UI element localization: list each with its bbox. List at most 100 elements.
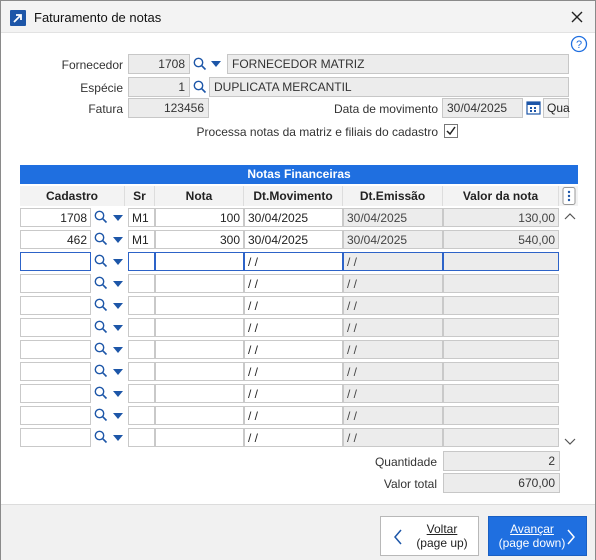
search-icon[interactable] xyxy=(94,430,108,444)
search-icon[interactable] xyxy=(94,408,108,422)
cell-sr[interactable] xyxy=(128,428,155,447)
cell-nota[interactable] xyxy=(155,318,244,337)
search-icon[interactable] xyxy=(193,80,207,94)
cell-nota[interactable] xyxy=(155,362,244,381)
help-icon[interactable]: ? xyxy=(570,35,588,53)
cell-sr[interactable] xyxy=(128,252,155,271)
cell-sr[interactable] xyxy=(128,362,155,381)
cell-cadastro[interactable]: 1708 xyxy=(20,208,91,227)
search-icon[interactable] xyxy=(94,254,108,268)
cell-sr[interactable]: M1 xyxy=(128,230,155,249)
voltar-button[interactable]: Voltar (page up) xyxy=(380,516,479,556)
chevron-down-icon[interactable] xyxy=(113,237,123,244)
cell-cadastro[interactable] xyxy=(20,318,91,337)
cell-valor-nota xyxy=(443,296,559,315)
avancar-hint: (page down) xyxy=(498,536,566,550)
chevron-up-icon[interactable] xyxy=(564,211,576,221)
search-icon[interactable] xyxy=(193,57,207,71)
search-icon[interactable] xyxy=(94,386,108,400)
cell-dt-movimento[interactable]: / / xyxy=(244,274,343,293)
cell-dt-movimento[interactable]: / / xyxy=(244,296,343,315)
grid-title: Notas Financeiras xyxy=(20,165,578,184)
chevron-down-icon[interactable] xyxy=(113,347,123,354)
col-nota[interactable]: Nota xyxy=(155,186,244,206)
search-icon[interactable] xyxy=(94,232,108,246)
cell-cadastro[interactable] xyxy=(20,384,91,403)
chevron-down-icon[interactable] xyxy=(113,259,123,266)
col-sr[interactable]: Sr xyxy=(125,186,155,206)
col-dt-emissao[interactable]: Dt.Emissão xyxy=(343,186,443,206)
cell-valor-nota xyxy=(443,274,559,293)
search-icon[interactable] xyxy=(94,210,108,224)
cell-sr[interactable] xyxy=(128,340,155,359)
cell-dt-movimento[interactable]: / / xyxy=(244,252,343,271)
svg-text:?: ? xyxy=(576,39,582,51)
chevron-down-icon[interactable] xyxy=(211,61,221,68)
cell-nota[interactable] xyxy=(155,384,244,403)
fatura-field[interactable]: 123456 xyxy=(128,98,209,118)
cell-dt-movimento[interactable]: / / xyxy=(244,340,343,359)
col-dt-movimento[interactable]: Dt.Movimento xyxy=(244,186,343,206)
chevron-down-icon[interactable] xyxy=(564,437,576,447)
fornecedor-code-field[interactable]: 1708 xyxy=(128,54,190,74)
search-icon[interactable] xyxy=(94,320,108,334)
chevron-down-icon[interactable] xyxy=(113,325,123,332)
processa-checkbox[interactable] xyxy=(444,124,458,138)
cell-dt-emissao: / / xyxy=(343,340,443,359)
cell-dt-movimento[interactable]: / / xyxy=(244,406,343,425)
search-icon[interactable] xyxy=(94,364,108,378)
cell-nota[interactable] xyxy=(155,252,244,271)
cell-nota[interactable] xyxy=(155,428,244,447)
cell-sr[interactable] xyxy=(128,406,155,425)
cell-dt-movimento[interactable]: / / xyxy=(244,362,343,381)
chevron-down-icon[interactable] xyxy=(113,391,123,398)
cell-nota[interactable]: 300 xyxy=(155,230,244,249)
search-icon[interactable] xyxy=(94,276,108,290)
search-icon[interactable] xyxy=(94,298,108,312)
avancar-label: Avançar xyxy=(510,522,554,536)
cell-dt-movimento[interactable]: 30/04/2025 xyxy=(244,230,343,249)
cell-cadastro[interactable] xyxy=(20,252,91,271)
cell-cadastro[interactable]: 462 xyxy=(20,230,91,249)
col-valor-nota[interactable]: Valor da nota xyxy=(443,186,559,206)
qua-button[interactable]: Qua xyxy=(543,98,570,118)
especie-code-field[interactable]: 1 xyxy=(128,77,190,97)
cell-nota[interactable] xyxy=(155,406,244,425)
search-icon[interactable] xyxy=(94,342,108,356)
cell-cadastro[interactable] xyxy=(20,340,91,359)
chevron-down-icon[interactable] xyxy=(113,281,123,288)
cell-dt-movimento[interactable]: / / xyxy=(244,428,343,447)
cell-sr[interactable] xyxy=(128,274,155,293)
col-cadastro[interactable]: Cadastro xyxy=(20,186,125,206)
chevron-down-icon[interactable] xyxy=(113,369,123,376)
fornecedor-name-field: FORNECEDOR MATRIZ xyxy=(227,54,569,74)
cell-dt-movimento[interactable]: / / xyxy=(244,384,343,403)
cell-dt-movimento[interactable]: / / xyxy=(244,318,343,337)
cell-sr[interactable] xyxy=(128,318,155,337)
cell-sr[interactable]: M1 xyxy=(128,208,155,227)
cell-cadastro[interactable] xyxy=(20,362,91,381)
cell-nota[interactable]: 100 xyxy=(155,208,244,227)
cell-cadastro[interactable] xyxy=(20,428,91,447)
cell-sr[interactable] xyxy=(128,296,155,315)
chevron-down-icon[interactable] xyxy=(113,413,123,420)
cell-nota[interactable] xyxy=(155,340,244,359)
grid-menu-button[interactable] xyxy=(559,186,578,206)
cell-nota[interactable] xyxy=(155,274,244,293)
cell-valor-nota: 540,00 xyxy=(443,230,559,249)
close-button[interactable] xyxy=(565,5,589,29)
cell-cadastro[interactable] xyxy=(20,274,91,293)
cell-nota[interactable] xyxy=(155,296,244,315)
chevron-down-icon[interactable] xyxy=(113,303,123,310)
data-movimento-field[interactable]: 30/04/2025 xyxy=(442,98,523,118)
cell-dt-emissao: / / xyxy=(343,384,443,403)
cell-cadastro[interactable] xyxy=(20,296,91,315)
cell-sr[interactable] xyxy=(128,384,155,403)
cell-dt-movimento[interactable]: 30/04/2025 xyxy=(244,208,343,227)
fatura-label: Fatura xyxy=(88,102,123,116)
calendar-icon[interactable] xyxy=(526,100,541,115)
chevron-down-icon[interactable] xyxy=(113,435,123,442)
cell-cadastro[interactable] xyxy=(20,406,91,425)
chevron-down-icon[interactable] xyxy=(113,215,123,222)
avancar-button[interactable]: Avançar (page down) xyxy=(488,516,587,556)
